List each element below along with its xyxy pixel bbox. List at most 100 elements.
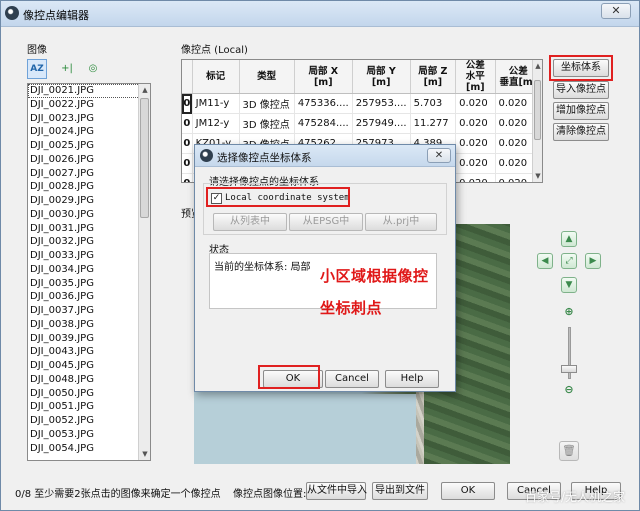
- column-header[interactable]: 局部 Z [m]: [410, 60, 457, 94]
- list-item[interactable]: DJI_0023.JPG: [28, 112, 150, 126]
- column-header[interactable]: 局部 Y [m]: [352, 60, 411, 94]
- local-coord-highlight: [206, 187, 350, 207]
- table-cell[interactable]: 475284....: [294, 113, 353, 134]
- list-item[interactable]: DJI_0043.JPG: [28, 345, 150, 359]
- dialog-help-button[interactable]: Help: [385, 370, 439, 388]
- list-item[interactable]: DJI_0033.JPG: [28, 249, 150, 263]
- image-list-scrollbar[interactable]: ▲ ▼: [138, 84, 150, 460]
- gcp-label: 像控点 (Local): [181, 45, 248, 56]
- list-item[interactable]: DJI_0037.JPG: [28, 304, 150, 318]
- list-item[interactable]: DJI_0032.JPG: [28, 235, 150, 249]
- list-item[interactable]: DJI_0022.JPG: [28, 98, 150, 112]
- table-cell[interactable]: 257953....: [352, 93, 411, 114]
- dialog-close-button[interactable]: ✕: [427, 148, 451, 163]
- row-index-cell[interactable]: 0: [182, 133, 193, 154]
- scroll-down-icon[interactable]: ▼: [139, 448, 150, 460]
- navigation-panel: ▲ ◀ ⤢ ▶ ▼ ⊕ ⊖ 🗑: [531, 229, 611, 469]
- from-list-button[interactable]: 从列表中: [213, 213, 287, 231]
- table-cell[interactable]: JM11-y: [192, 93, 240, 114]
- add-gcp-button[interactable]: 增加像控点: [553, 102, 609, 120]
- list-item[interactable]: DJI_0050.JPG: [28, 387, 150, 401]
- table-cell[interactable]: 0.020: [455, 93, 496, 114]
- list-item[interactable]: DJI_0029.JPG: [28, 194, 150, 208]
- list-item[interactable]: DJI_0048.JPG: [28, 373, 150, 387]
- list-item[interactable]: DJI_0025.JPG: [28, 139, 150, 153]
- add-marker-icon[interactable]: +|: [57, 59, 77, 79]
- gcp-table-scrollbar[interactable]: ▲ ▼: [532, 60, 542, 182]
- list-item[interactable]: DJI_0026.JPG: [28, 153, 150, 167]
- dialog-cancel-button[interactable]: Cancel: [325, 370, 379, 388]
- row-index-cell[interactable]: 0: [182, 153, 193, 174]
- export-to-file-button[interactable]: 导出到文件: [372, 482, 428, 500]
- locate-icon[interactable]: ◎: [83, 59, 103, 79]
- scroll-thumb[interactable]: [140, 98, 149, 218]
- list-item[interactable]: DJI_0053.JPG: [28, 428, 150, 442]
- list-item[interactable]: DJI_0039.JPG: [28, 332, 150, 346]
- column-header[interactable]: [182, 60, 193, 94]
- list-item[interactable]: DJI_0028.JPG: [28, 180, 150, 194]
- table-cell[interactable]: 0.020: [455, 153, 496, 174]
- table-cell[interactable]: JM12-y: [192, 113, 240, 134]
- import-from-file-button[interactable]: 从文件中导入: [306, 482, 367, 500]
- from-epsg-button[interactable]: 从EPSG中: [289, 213, 363, 231]
- row-index-cell[interactable]: 0: [182, 93, 193, 114]
- table-cell[interactable]: 0.020: [455, 133, 496, 154]
- list-item[interactable]: DJI_0051.JPG: [28, 400, 150, 414]
- coord-system-dialog: 选择像控点坐标体系 ✕ 请选择像控点的坐标体系 ✓ Local coordina…: [194, 144, 456, 392]
- pan-left-icon[interactable]: ◀: [537, 253, 553, 269]
- list-item[interactable]: DJI_0035.JPG: [28, 277, 150, 291]
- row-index-cell[interactable]: 0: [182, 113, 193, 134]
- pan-down-icon[interactable]: ▼: [561, 277, 577, 293]
- zoom-in-icon[interactable]: ⊕: [562, 305, 576, 319]
- delete-icon[interactable]: 🗑: [559, 441, 579, 461]
- table-cell[interactable]: 11.277: [410, 113, 457, 134]
- table-row[interactable]: 0 JM11-y 3D 像控点 475336.... 257953.... 5.703 0.…: [182, 93, 542, 114]
- gcp-scroll-up-icon[interactable]: ▲: [533, 60, 542, 72]
- zoom-slider-thumb[interactable]: [561, 364, 577, 373]
- gcp-scroll-down-icon[interactable]: ▼: [533, 170, 542, 182]
- title-bar[interactable]: 像控点编辑器 ✕: [1, 1, 639, 27]
- table-cell[interactable]: 3D 像控点: [239, 93, 295, 114]
- dialog-app-icon: [200, 149, 213, 162]
- images-label: 图像: [27, 45, 47, 56]
- list-item[interactable]: DJI_0030.JPG: [28, 208, 150, 222]
- table-cell[interactable]: 0.020: [455, 173, 496, 182]
- row-index-cell[interactable]: 0: [182, 173, 193, 182]
- window-close-button[interactable]: ✕: [601, 3, 631, 19]
- fit-view-icon[interactable]: ⤢: [561, 253, 577, 269]
- column-header[interactable]: 类型: [239, 60, 295, 94]
- column-header[interactable]: 局部 X [m]: [294, 60, 353, 94]
- dialog-title-bar[interactable]: 选择像控点坐标体系 ✕: [195, 145, 455, 167]
- table-row[interactable]: 0 JM12-y 3D 像控点 475284.... 257949.... 11.277 0…: [182, 113, 542, 134]
- clear-gcp-button[interactable]: 清除像控点: [553, 123, 609, 141]
- table-cell[interactable]: 3D 像控点: [239, 113, 295, 134]
- scroll-up-icon[interactable]: ▲: [139, 84, 150, 96]
- list-item[interactable]: DJI_0038.JPG: [28, 318, 150, 332]
- column-header[interactable]: 标记: [192, 60, 240, 94]
- list-item[interactable]: DJI_0024.JPG: [28, 125, 150, 139]
- from-prj-button[interactable]: 从.prj中: [365, 213, 437, 231]
- dialog-ok-highlight: [258, 365, 320, 389]
- list-item[interactable]: DJI_0021.JPG: [28, 84, 150, 98]
- column-header[interactable]: 公差 水平[m]: [455, 60, 496, 94]
- sort-az-icon[interactable]: AZ: [27, 59, 47, 79]
- zoom-out-icon[interactable]: ⊖: [562, 383, 576, 397]
- table-cell[interactable]: 475336....: [294, 93, 353, 114]
- list-item[interactable]: DJI_0027.JPG: [28, 167, 150, 181]
- list-item[interactable]: DJI_0045.JPG: [28, 359, 150, 373]
- pan-right-icon[interactable]: ▶: [585, 253, 601, 269]
- gcp-scroll-thumb[interactable]: [534, 80, 541, 140]
- pan-up-icon[interactable]: ▲: [561, 231, 577, 247]
- list-item[interactable]: DJI_0031.JPG: [28, 222, 150, 236]
- main-ok-button[interactable]: OK: [441, 482, 495, 500]
- list-item[interactable]: DJI_0034.JPG: [28, 263, 150, 277]
- import-gcp-button[interactable]: 导入像控点: [553, 81, 609, 99]
- table-cell[interactable]: 0.020: [455, 113, 496, 134]
- list-item[interactable]: DJI_0052.JPG: [28, 414, 150, 428]
- image-list[interactable]: DJI_0021.JPG DJI_0022.JPG DJI_0023.JPG DJI_…: [27, 83, 151, 461]
- gcp-location-label: 像控点图像位置:: [233, 489, 307, 500]
- table-cell[interactable]: 5.703: [410, 93, 457, 114]
- table-cell[interactable]: 257949....: [352, 113, 411, 134]
- list-item[interactable]: DJI_0036.JPG: [28, 290, 150, 304]
- list-item[interactable]: DJI_0054.JPG: [28, 442, 150, 456]
